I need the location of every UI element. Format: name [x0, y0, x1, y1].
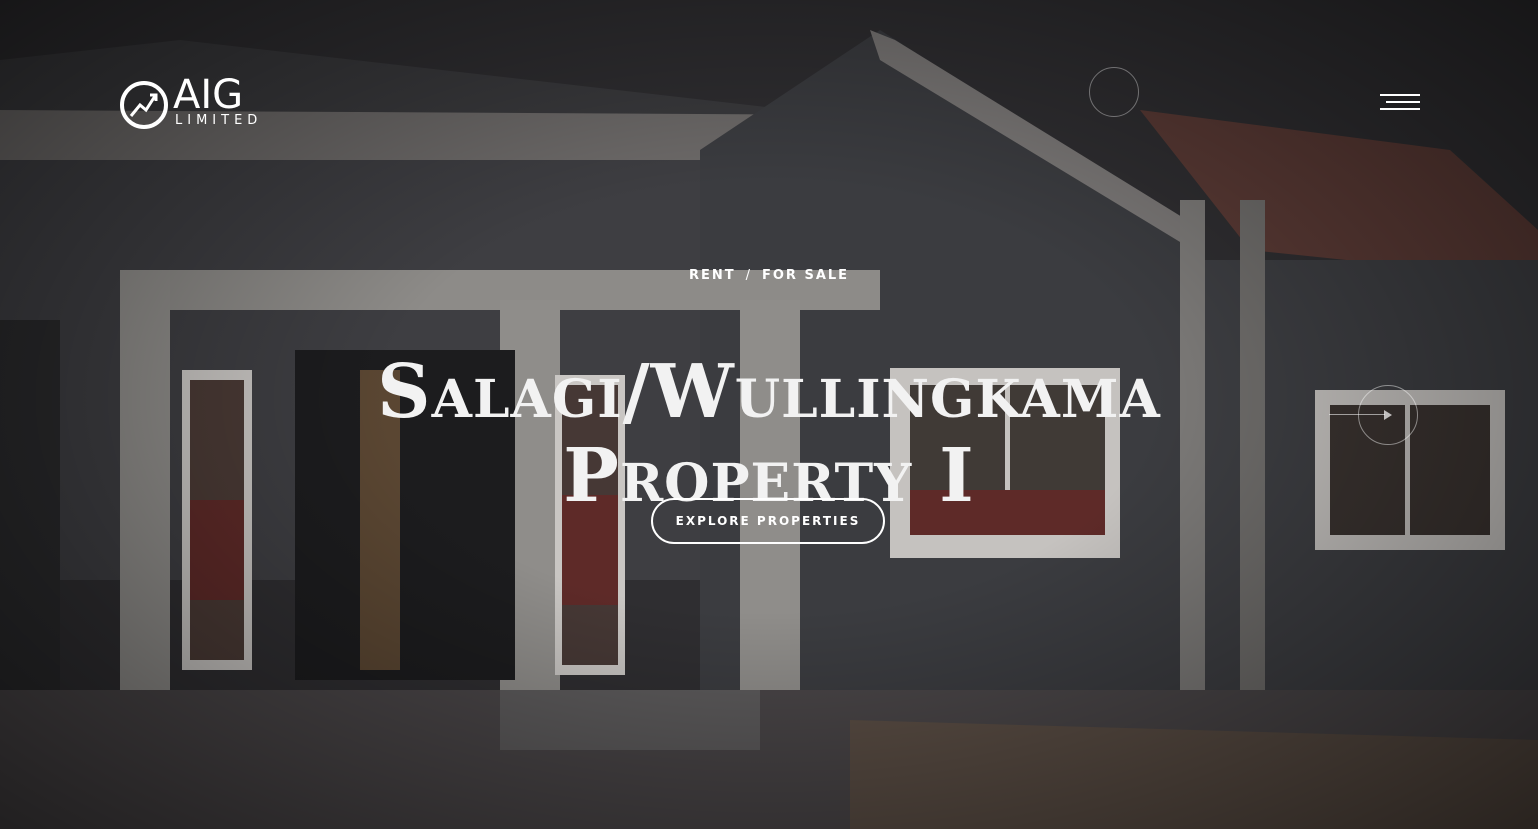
logo-chart-icon [120, 81, 168, 129]
hamburger-line [1380, 108, 1420, 110]
category-for-sale-link[interactable]: FOR SALE [762, 268, 849, 283]
cursor-ring [1089, 67, 1139, 117]
menu-button[interactable] [1376, 94, 1420, 118]
slider-next-button[interactable] [1329, 385, 1418, 445]
explore-properties-button[interactable]: EXPLORE PROPERTIES [651, 498, 885, 544]
category-rent-link[interactable]: RENT [689, 268, 736, 283]
property-title-line1: Salagi/Wullingkama [377, 348, 1161, 435]
arrow-line [1329, 414, 1385, 415]
property-title: Salagi/Wullingkama Property I [0, 350, 1538, 518]
logo-name: AIG [173, 72, 244, 118]
arrow-right-icon [1384, 410, 1392, 420]
hamburger-line [1386, 101, 1420, 103]
logo-subtitle: LIMITED [175, 113, 263, 128]
property-categories: RENT / FOR SALE [0, 268, 1538, 283]
site-logo[interactable]: AIG LIMITED [119, 73, 294, 131]
logo-wordmark: AIG LIMITED [173, 73, 293, 131]
hamburger-menu-icon [1380, 94, 1420, 96]
category-separator: / [745, 268, 752, 283]
